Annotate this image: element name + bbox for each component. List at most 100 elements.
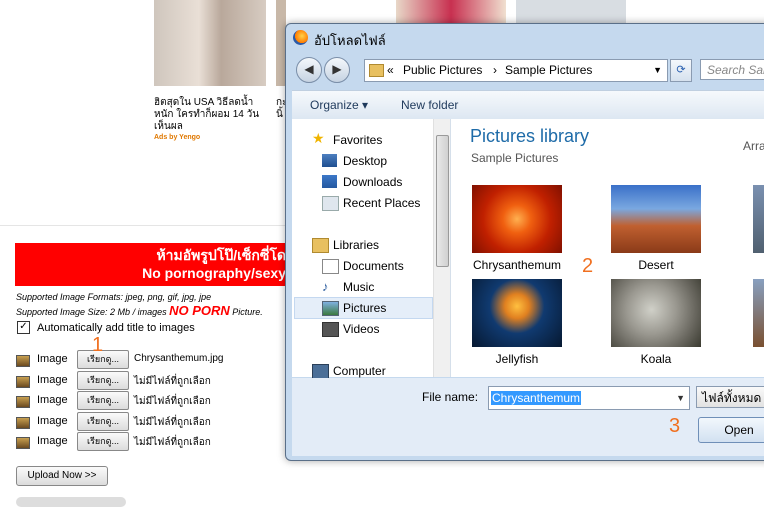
ad-image-fitness[interactable]: [154, 0, 266, 86]
back-arrow-icon: ◀: [304, 62, 314, 76]
folder-icon: [369, 64, 384, 77]
no-porn-text: NO PORN: [169, 303, 230, 318]
documents-icon: [322, 259, 339, 274]
auto-title-label: Automatically add title to images: [37, 322, 195, 334]
image-label: Image: [37, 394, 68, 406]
nav-downloads[interactable]: Downloads: [343, 175, 402, 189]
nav-desktop[interactable]: Desktop: [343, 154, 387, 168]
file-name-input[interactable]: Chrysanthemum ▼: [488, 386, 690, 410]
selected-file: ไม่มีไฟล์ที่ถูกเลือก: [134, 376, 211, 387]
dialog-bottom-bar: File name: Chrysanthemum ▼ ไฟล์ทั้งหมด O…: [292, 378, 764, 456]
forward-button[interactable]: ▶: [324, 57, 350, 83]
nav-pictures[interactable]: Pictures: [343, 301, 386, 315]
upload-now-button[interactable]: Upload Now >>: [16, 466, 108, 486]
picture-word: Picture.: [232, 307, 263, 317]
new-folder-button[interactable]: New folder: [401, 98, 458, 112]
thumbnail-jellyfish[interactable]: [472, 279, 562, 347]
annotation-3: 3: [669, 415, 681, 437]
thumbnail-chrysanthemum[interactable]: [472, 185, 562, 253]
browse-button[interactable]: เรียกดู...: [77, 412, 129, 431]
ad-image-3[interactable]: [396, 0, 506, 24]
nav-videos[interactable]: Videos: [343, 322, 379, 336]
address-bar[interactable]: « Public Pictures › Sample Pictures ▼: [364, 59, 668, 82]
libraries-icon: [312, 238, 329, 253]
thumbnail-partial-2[interactable]: [753, 279, 764, 347]
search-input[interactable]: Search Sam: [700, 59, 764, 80]
selected-file: ไม่มีไฟล์ที่ถูกเลือก: [134, 396, 211, 407]
refresh-icon: ⟳: [676, 64, 686, 76]
banner-line-english: No pornography/sexy: [142, 265, 286, 281]
nav-favorites[interactable]: Favorites: [333, 133, 382, 147]
image-icon: [16, 437, 30, 449]
arrange-by-label[interactable]: Arra: [743, 139, 764, 153]
supported-size: Supported Image Size: 2 Mb / images: [16, 307, 167, 317]
file-label-koala[interactable]: Koala: [606, 352, 706, 366]
nav-documents[interactable]: Documents: [343, 259, 404, 273]
file-upload-dialog: อัปโหลดไฟล์ ◀ ▶ « Public Pictures › Samp…: [285, 23, 764, 461]
thumbnail-koala[interactable]: [611, 279, 701, 347]
nav-recent-places[interactable]: Recent Places: [343, 196, 420, 210]
address-dropdown-icon[interactable]: ▼: [653, 60, 662, 81]
breadcrumb-separator[interactable]: ›: [493, 60, 497, 81]
file-name-label: File name:: [422, 390, 479, 404]
footer-bar: [16, 497, 126, 507]
desktop-icon: [322, 154, 337, 167]
forward-arrow-icon: ▶: [332, 62, 342, 76]
nav-music[interactable]: Music: [343, 280, 374, 294]
dialog-toolbar: Organize ▾ New folder: [292, 90, 764, 120]
star-icon: ★: [312, 130, 325, 146]
supported-formats: Supported Image Formats: jpeg, png, gif,…: [16, 292, 212, 302]
banner-line-thai: ห้ามอัพรูปโป๊/เซ็กซี่โด: [156, 247, 286, 263]
selected-file: ไม่มีไฟล์ที่ถูกเลือก: [134, 417, 211, 428]
music-icon: ♪: [322, 279, 329, 294]
image-label: Image: [37, 415, 68, 427]
image-icon: [16, 355, 30, 367]
file-name-dropdown-icon[interactable]: ▼: [676, 387, 685, 409]
dialog-title: อัปโหลดไฟล์: [314, 33, 386, 48]
image-label: Image: [37, 435, 68, 447]
image-icon: [16, 417, 30, 429]
navigation-pane: ★ Favorites Desktop Downloads Recent Pla…: [292, 119, 451, 379]
ad-text[interactable]: ฮิตสุดใน USA วิธีลดน้ำหนัก ใครทำก็ผอม 14…: [154, 97, 266, 133]
supported-size-line: Supported Image Size: 2 Mb / images NO P…: [16, 303, 263, 318]
file-label-desert[interactable]: Desert: [606, 258, 706, 272]
image-label: Image: [37, 374, 68, 386]
annotation-1: 1: [92, 334, 104, 356]
computer-icon: [312, 364, 329, 379]
open-button[interactable]: Open: [698, 417, 764, 443]
thumbnail-partial-1[interactable]: [753, 185, 764, 253]
file-type-filter[interactable]: ไฟล์ทั้งหมด: [696, 386, 764, 408]
firefox-icon: [293, 30, 308, 45]
refresh-button[interactable]: ⟳: [670, 59, 692, 82]
auto-title-checkbox[interactable]: ✓: [17, 321, 30, 334]
file-label-jellyfish[interactable]: Jellyfish: [467, 352, 567, 366]
thumbnail-desert[interactable]: [611, 185, 701, 253]
browse-button[interactable]: เรียกดู...: [77, 371, 129, 390]
organize-menu[interactable]: Organize ▾: [310, 98, 368, 112]
browse-button[interactable]: เรียกดู...: [77, 391, 129, 410]
nav-libraries[interactable]: Libraries: [333, 238, 379, 252]
selected-file: Chrysanthemum.jpg: [134, 353, 224, 364]
pictures-icon: [322, 301, 339, 316]
image-label: Image: [37, 353, 68, 365]
selected-file: ไม่มีไฟล์ที่ถูกเลือก: [134, 437, 211, 448]
library-title: Pictures library: [470, 126, 590, 146]
breadcrumb-public-pictures[interactable]: Public Pictures: [403, 60, 482, 81]
breadcrumb-sample-pictures[interactable]: Sample Pictures: [505, 60, 592, 81]
videos-icon: [322, 322, 339, 337]
image-icon: [16, 376, 30, 388]
downloads-icon: [322, 175, 337, 188]
ad-by-label[interactable]: Ads by Yengo: [154, 134, 200, 141]
file-label-chrysanthemum[interactable]: Chrysanthemum: [467, 258, 567, 272]
nav-scrollbar[interactable]: [433, 119, 450, 377]
file-name-value[interactable]: Chrysanthemum: [491, 391, 582, 405]
ad-image-4[interactable]: [516, 0, 626, 24]
breadcrumb-overflow[interactable]: «: [387, 60, 394, 81]
library-subtitle: Sample Pictures: [471, 151, 559, 165]
browse-button[interactable]: เรียกดู...: [77, 432, 129, 451]
nav-computer[interactable]: Computer: [333, 364, 386, 378]
annotation-2: 2: [582, 255, 594, 277]
file-list-pane: Pictures library Sample Pictures Arra Ch…: [451, 119, 764, 377]
back-button[interactable]: ◀: [296, 57, 322, 83]
nav-scrollbar-thumb[interactable]: [436, 135, 449, 267]
